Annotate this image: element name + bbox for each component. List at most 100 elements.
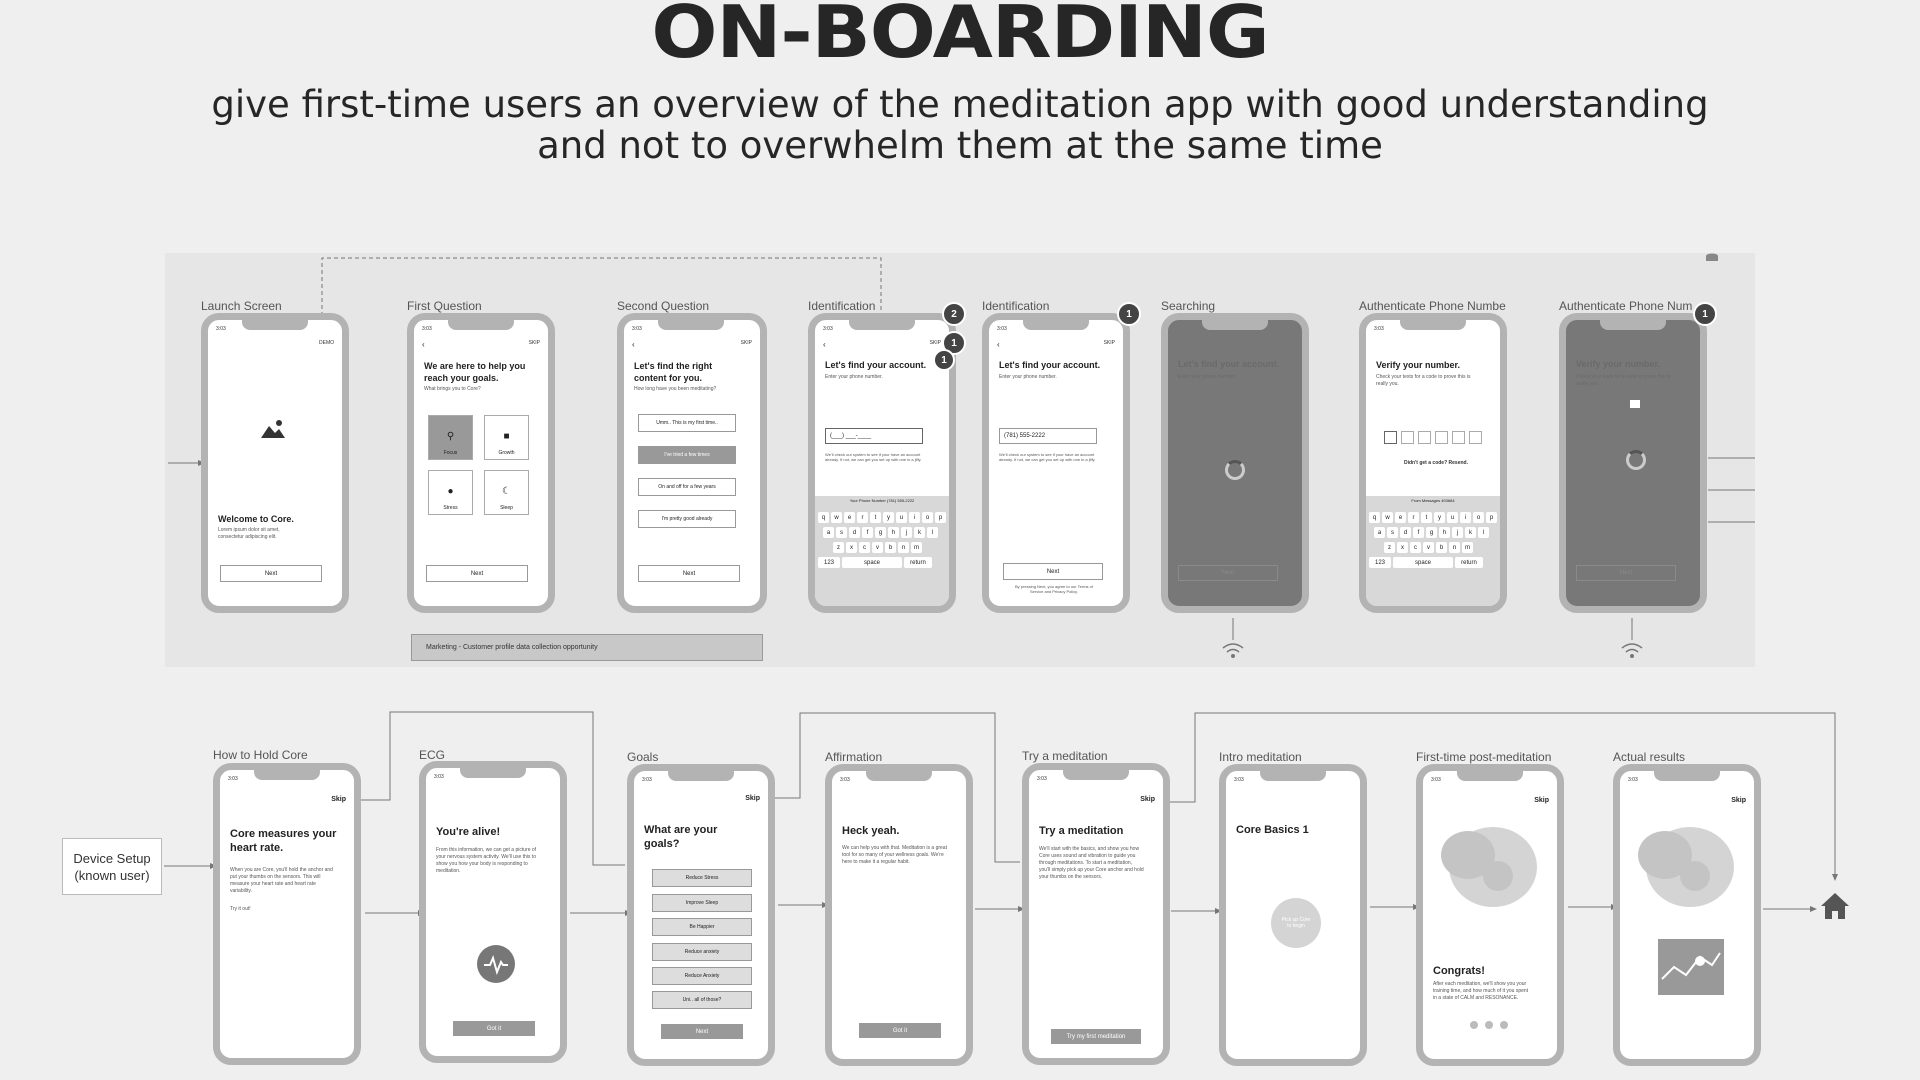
keyboard-key[interactable]: n xyxy=(1449,542,1460,553)
option-tried-few[interactable]: I've tried a few times xyxy=(638,446,736,464)
keyboard-key[interactable]: t xyxy=(1421,512,1432,523)
keyboard-key[interactable]: a xyxy=(1374,527,1385,538)
keyboard-key[interactable]: c xyxy=(859,542,870,553)
back-icon[interactable]: ‹ xyxy=(997,340,1000,349)
keyboard-key[interactable]: g xyxy=(875,527,886,538)
keyboard-key[interactable]: j xyxy=(1452,527,1463,538)
keyboard-key[interactable]: u xyxy=(1447,512,1458,523)
next-button[interactable]: Next xyxy=(1576,565,1676,581)
goal-item[interactable]: Be Happier xyxy=(652,918,752,936)
keyboard-key[interactable]: s xyxy=(1387,527,1398,538)
skip-link[interactable]: SKIP xyxy=(741,340,752,346)
next-button[interactable]: Next xyxy=(1003,563,1103,580)
keyboard-key[interactable]: l xyxy=(1478,527,1489,538)
keyboard-key[interactable]: u xyxy=(896,512,907,523)
keyboard-key[interactable]: x xyxy=(1397,542,1408,553)
goal-item[interactable]: Reduce Anxiety xyxy=(652,967,752,985)
keyboard-key[interactable]: o xyxy=(1473,512,1484,523)
code-boxes[interactable] xyxy=(1384,431,1482,444)
keyboard-key[interactable]: v xyxy=(872,542,883,553)
skip-link[interactable]: SKIP xyxy=(1104,340,1115,346)
keyboard-key[interactable]: e xyxy=(1395,512,1406,523)
keyboard-key[interactable]: n xyxy=(898,542,909,553)
next-button[interactable]: Next xyxy=(661,1024,743,1039)
keyboard-key[interactable]: j xyxy=(901,527,912,538)
keyboard-key[interactable]: q xyxy=(1369,512,1380,523)
keyboard-key[interactable]: m xyxy=(911,542,922,553)
next-button[interactable]: Next xyxy=(638,565,740,582)
next-button[interactable]: Next xyxy=(220,565,322,582)
keyboard-key[interactable]: p xyxy=(1486,512,1497,523)
goal-item[interactable]: Reduce anxiety xyxy=(652,943,752,961)
skip-link[interactable]: Skip xyxy=(1140,796,1155,803)
keyboard-key[interactable]: b xyxy=(1436,542,1447,553)
keyboard-key[interactable]: i xyxy=(1460,512,1471,523)
skip-link[interactable]: Skip xyxy=(745,795,760,802)
back-icon[interactable]: ‹ xyxy=(422,340,425,349)
skip-link[interactable]: Skip xyxy=(331,796,346,803)
try-first-meditation-button[interactable]: Try my first meditation xyxy=(1051,1029,1141,1044)
pick-up-circle[interactable]: Pick up Core to begin xyxy=(1271,898,1321,948)
keyboard-key[interactable]: i xyxy=(909,512,920,523)
keyboard-key[interactable]: v xyxy=(1423,542,1434,553)
phone-input[interactable]: (___) ___-____ xyxy=(825,428,923,444)
back-icon[interactable]: ‹ xyxy=(632,340,635,349)
keyboard-key[interactable]: t xyxy=(870,512,881,523)
got-it-button[interactable]: Got it xyxy=(859,1023,941,1038)
skip-link[interactable]: SKIP xyxy=(529,340,540,346)
keyboard-key[interactable]: d xyxy=(849,527,860,538)
back-icon[interactable]: ‹ xyxy=(823,340,826,349)
tile-focus[interactable]: ⚲ Focus xyxy=(428,415,473,460)
keyboard-key[interactable]: c xyxy=(1410,542,1421,553)
keyboard-key[interactable]: b xyxy=(885,542,896,553)
search-icon: ⚲ xyxy=(446,431,455,442)
keyboard-key[interactable]: f xyxy=(862,527,873,538)
keyboard-key[interactable]: z xyxy=(833,542,844,553)
goal-item[interactable]: Reduce Stress xyxy=(652,869,752,887)
next-button[interactable]: Next xyxy=(1178,565,1278,581)
keyboard-key[interactable]: w xyxy=(1382,512,1393,523)
verify-sub: Check your texts for a code to prove thi… xyxy=(1576,374,1671,387)
option-pretty-good[interactable]: I'm pretty good already xyxy=(638,510,736,528)
keyboard-key[interactable]: e xyxy=(844,512,855,523)
keyboard-key[interactable]: z xyxy=(1384,542,1395,553)
skip-link[interactable]: Skip xyxy=(1731,797,1746,804)
keyboard-key[interactable]: m xyxy=(1462,542,1473,553)
option-on-off[interactable]: On and off for a few years xyxy=(638,478,736,496)
tile-sleep[interactable]: ☾ Sleep xyxy=(484,470,529,515)
keyboard-key[interactable]: w xyxy=(831,512,842,523)
goal-item[interactable]: Improve Sleep xyxy=(652,894,752,912)
goal-item[interactable]: Uni.. all of those? xyxy=(652,991,752,1009)
keyboard-key[interactable]: h xyxy=(1439,527,1450,538)
keyboard-key[interactable]: k xyxy=(914,527,925,538)
tile-stress[interactable]: ● Stress xyxy=(428,470,473,515)
keyboard-key[interactable]: l xyxy=(927,527,938,538)
tile-growth[interactable]: ■ Growth xyxy=(484,415,529,460)
keyboard-key[interactable]: y xyxy=(883,512,894,523)
keyboard-key[interactable]: g xyxy=(1426,527,1437,538)
keyboard-key[interactable]: q xyxy=(818,512,829,523)
option-first-time[interactable]: Umm.. This is my first time.. xyxy=(638,414,736,432)
keyboard-key[interactable]: o xyxy=(922,512,933,523)
keyboard-key[interactable]: h xyxy=(888,527,899,538)
keyboard-key[interactable]: f xyxy=(1413,527,1424,538)
keyboard-key[interactable]: a xyxy=(823,527,834,538)
code-suggestion[interactable]: From Messages 493684 xyxy=(1406,498,1460,503)
first-question-title: We are here to help you reach your goals… xyxy=(424,361,526,383)
keyboard-key[interactable]: r xyxy=(1408,512,1419,523)
keyboard-key[interactable]: x xyxy=(846,542,857,553)
keyboard-key[interactable]: p xyxy=(935,512,946,523)
ecg-title: You're alive! xyxy=(436,826,501,838)
keyboard-key[interactable]: d xyxy=(1400,527,1411,538)
phone-suggestion[interactable]: Your Phone Number (781) 555-2222 xyxy=(815,498,949,503)
keyboard-key[interactable]: s xyxy=(836,527,847,538)
resend-link[interactable]: Didn't get a code? Resend. xyxy=(1404,460,1468,467)
got-it-button[interactable]: Got it xyxy=(453,1021,535,1036)
phone-input[interactable]: (781) 555-2222 xyxy=(999,428,1097,444)
keyboard-key[interactable]: r xyxy=(857,512,868,523)
keyboard-key[interactable]: k xyxy=(1465,527,1476,538)
keyboard-key[interactable]: y xyxy=(1434,512,1445,523)
skip-link[interactable]: Skip xyxy=(1534,797,1549,804)
next-button[interactable]: Next xyxy=(426,565,528,582)
skip-link[interactable]: SKIP xyxy=(930,340,941,346)
